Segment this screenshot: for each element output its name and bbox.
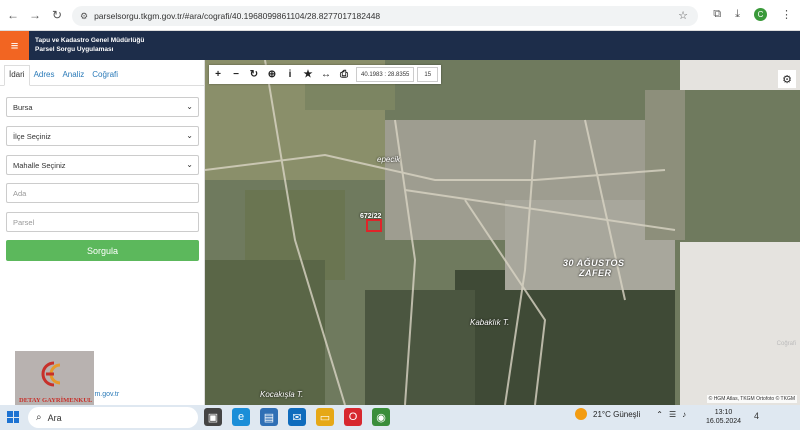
- locate-icon[interactable]: ⊕: [263, 65, 281, 84]
- province-value: Bursa: [13, 102, 33, 112]
- logo-text: DETAY GAYRİMENKUL: [19, 397, 93, 404]
- parcel-label: 672/22: [360, 213, 382, 220]
- opera-browser-icon[interactable]: O: [344, 408, 362, 426]
- neighborhood-value: Mahalle Seçiniz: [13, 160, 66, 170]
- notification-count: 4: [754, 411, 760, 421]
- district-select[interactable]: İlçe Seçiniz ⌄: [6, 126, 199, 146]
- browser-toolbar: ← → ↻ ⚙ parselsorgu.tkgm.gov.tr/#ara/cog…: [0, 0, 800, 31]
- tab-cografi[interactable]: Coğrafi: [88, 66, 122, 85]
- map-label-epecik: epecik: [377, 155, 401, 164]
- windows-start-icon[interactable]: [7, 411, 19, 423]
- refresh-icon[interactable]: ↻: [245, 65, 263, 84]
- tab-idari[interactable]: İdari: [4, 65, 30, 86]
- brand-title: Tapu ve Kadastro Genel Müdürlüğü Parsel …: [35, 36, 144, 54]
- zoom-level: 15: [417, 67, 439, 82]
- map-label-zafer: 30 AĞUSTOS: [563, 258, 625, 268]
- mail-icon[interactable]: ✉: [288, 408, 306, 426]
- bookmark-star-icon[interactable]: ☆: [678, 9, 688, 22]
- map-attribution[interactable]: © HGM Atlas, TKGM Ortofoto © TKGM: [706, 395, 797, 403]
- windows-taskbar: ⌕ Ara ▣ e ▤ ✉ ▭ O ◉ 21°C Güneşli ⌃ ☰ ♪ 1…: [0, 405, 800, 430]
- map-toolbar: + − ↻ ⊕ i ★ ↔ ⎙ 40.1983 : 28.8355 15: [209, 65, 442, 84]
- org-name: Tapu ve Kadastro Genel Müdürlüğü: [35, 37, 145, 44]
- search-tabs: İdari Adres Analiz Coğrafi: [0, 60, 204, 86]
- address-bar[interactable]: ⚙ parselsorgu.tkgm.gov.tr/#ara/cografi/4…: [72, 6, 698, 26]
- search-icon: ⌕: [36, 412, 42, 423]
- measure-icon[interactable]: ↔: [317, 65, 335, 84]
- map-view[interactable]: + − ↻ ⊕ i ★ ↔ ⎙ 40.1983 : 28.8355 15 ⚙ e…: [205, 60, 800, 405]
- app-header: ≡ Tapu ve Kadastro Genel Müdürlüğü Parse…: [0, 31, 800, 60]
- map-label-kabaklik: Kabaklık T.: [470, 318, 510, 327]
- chevron-up-icon[interactable]: ⌃: [656, 410, 663, 419]
- task-view-icon[interactable]: ▣: [204, 408, 222, 426]
- zoom-in-icon[interactable]: +: [209, 65, 227, 84]
- favorite-star-icon[interactable]: ★: [299, 65, 317, 84]
- tab-analiz[interactable]: Analiz: [58, 66, 88, 85]
- reload-icon[interactable]: ↻: [48, 6, 66, 24]
- taskbar-clock[interactable]: 13:10 16.05.2024: [706, 408, 741, 426]
- download-icon[interactable]: ⤓: [735, 8, 740, 21]
- back-arrow-icon[interactable]: ←: [4, 6, 22, 24]
- zoom-out-icon[interactable]: −: [227, 65, 245, 84]
- info-icon[interactable]: i: [281, 65, 299, 84]
- store-icon[interactable]: ▤: [260, 408, 278, 426]
- profile-avatar[interactable]: C: [754, 8, 767, 21]
- system-tray: 21°C Güneşli ⌃ ☰ ♪: [575, 408, 686, 420]
- network-icon[interactable]: ☰: [669, 410, 676, 419]
- unloaded-tile-area: [680, 242, 800, 405]
- chrome-browser-icon[interactable]: ◉: [372, 408, 390, 426]
- url-text: parselsorgu.tkgm.gov.tr/#ara/cografi/40.…: [94, 11, 381, 21]
- map-label-kocakisla: Kocakışla T.: [260, 390, 304, 399]
- tab-adres[interactable]: Adres: [30, 66, 59, 85]
- edge-browser-icon[interactable]: e: [232, 408, 250, 426]
- chevron-down-icon: ⌄: [186, 102, 193, 111]
- block-input[interactable]: Ada: [6, 183, 199, 203]
- app-name: Parsel Sorgu Uygulaması: [35, 46, 114, 53]
- notification-icon[interactable]: 4: [754, 411, 759, 421]
- district-value: İlçe Seçiniz: [13, 131, 51, 141]
- coordinate-readout: 40.1983 : 28.8355: [356, 67, 415, 82]
- weather-text[interactable]: 21°C Güneşli: [593, 410, 640, 419]
- site-info-icon[interactable]: ⚙: [80, 11, 88, 22]
- gear-icon[interactable]: ⚙: [778, 70, 796, 88]
- print-icon[interactable]: ⎙: [335, 65, 353, 84]
- clock-date: 16.05.2024: [706, 418, 742, 425]
- hamburger-menu-icon[interactable]: ≡: [0, 31, 29, 60]
- extensions-icon[interactable]: ⧉: [713, 8, 721, 21]
- neighborhood-select[interactable]: Mahalle Seçiniz ⌄: [6, 155, 199, 175]
- province-select[interactable]: Bursa ⌄: [6, 97, 199, 117]
- parcel-input[interactable]: Parsel: [6, 212, 199, 232]
- taskbar-search-label: Ara: [47, 412, 62, 423]
- map-label-zafer: ZAFER: [579, 268, 612, 278]
- file-explorer-icon[interactable]: ▭: [316, 408, 334, 426]
- forward-arrow-icon[interactable]: →: [26, 6, 44, 24]
- ec-logo-icon: [41, 361, 61, 387]
- chevron-down-icon: ⌄: [186, 131, 193, 140]
- tile-label: Coğrafi: [776, 341, 796, 347]
- query-button[interactable]: Sorgula: [6, 240, 199, 261]
- weather-icon[interactable]: [575, 408, 587, 420]
- taskbar-search[interactable]: ⌕ Ara: [28, 407, 198, 428]
- chevron-down-icon: ⌄: [186, 160, 193, 169]
- watermark-logo: DETAY GAYRİMENKUL: [15, 351, 94, 413]
- menu-kebab-icon[interactable]: ⋮: [781, 8, 792, 21]
- clock-time: 13:10: [714, 409, 733, 416]
- volume-icon[interactable]: ♪: [682, 410, 686, 419]
